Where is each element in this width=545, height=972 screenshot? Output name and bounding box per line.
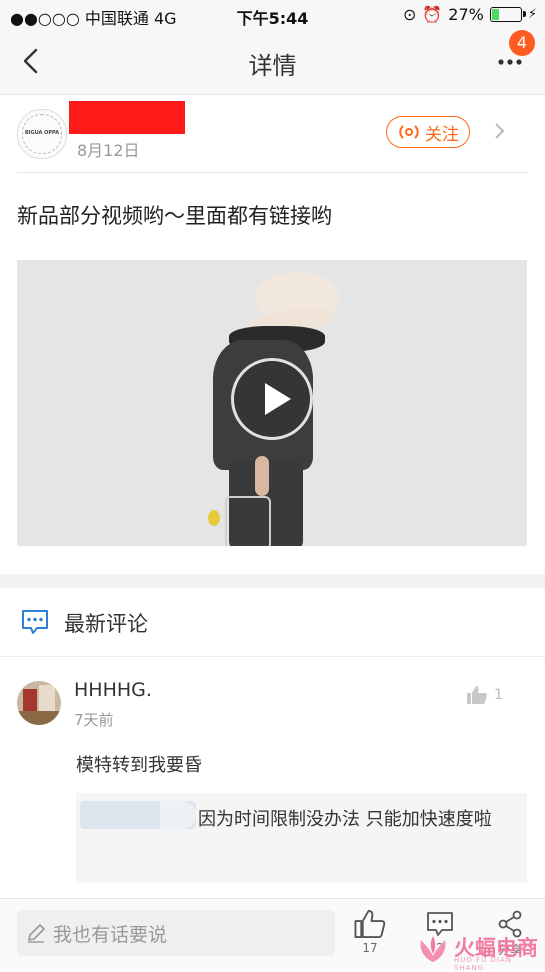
watermark: 火蝠电商 HUO FU DIAN SHANG [410, 932, 545, 972]
video-thumbnail-flower [208, 510, 220, 526]
battery-fill [491, 9, 499, 20]
like-count: 17 [362, 941, 378, 955]
alarm-icon: ⏰ [422, 5, 443, 24]
comment-text: 模特转到我要昏 [76, 755, 202, 776]
reply-text: 因为时间限制没办法 只能加快速度啦 [198, 809, 492, 830]
comments-header: 最新评论 [0, 588, 545, 657]
avatar-logo-text: BIGUA OPPA [24, 130, 60, 136]
thumbs-up-icon [354, 909, 386, 939]
status-bar: ●●○○○ 中国联通 4G 下午5:44 ⊙ ⏰ 27% ⚡ [0, 0, 545, 30]
author-row: BIGUA OPPA 8月12日 关注 [0, 95, 545, 173]
watermark-subtitle: HUO FU DIAN SHANG [454, 956, 512, 972]
charging-icon: ⚡ [527, 7, 537, 22]
reply-box: 因为时间限制没办法 只能加快速度啦 [76, 793, 527, 883]
author-name-redacted [69, 101, 185, 134]
author-avatar[interactable]: BIGUA OPPA [17, 109, 67, 159]
comments-header-label: 最新评论 [64, 612, 148, 636]
comment-input-placeholder: 我也有话要说 [53, 923, 168, 946]
divider [17, 172, 528, 173]
video-thumbnail-arm [255, 456, 269, 496]
broadcast-icon [399, 125, 419, 139]
commenter-name[interactable]: HHHHG. [74, 679, 152, 701]
notification-badge: 4 [509, 30, 535, 56]
comment-like-count: 1 [494, 687, 503, 703]
play-button-icon[interactable] [231, 358, 313, 440]
comment-input[interactable]: 我也有话要说 [17, 910, 335, 956]
section-gap [0, 574, 545, 588]
status-right: ⊙ ⏰ 27% ⚡ [403, 5, 537, 24]
comment-like-button[interactable]: 1 [466, 685, 503, 705]
avatar-shape [17, 711, 61, 725]
post-date: 8月12日 [77, 141, 140, 160]
like-action[interactable]: 17 [350, 909, 390, 955]
nav-bar: 详情 4 [0, 30, 545, 95]
commenter-avatar[interactable] [17, 681, 61, 725]
follow-button[interactable]: 关注 [386, 116, 470, 148]
thumbs-up-icon [467, 686, 487, 704]
follow-label: 关注 [425, 124, 459, 145]
video-player[interactable] [17, 260, 527, 546]
comment-bubble-icon [22, 610, 48, 634]
battery-percent: 27% [448, 5, 484, 24]
watermark-logo-icon [420, 936, 446, 962]
rotation-lock-icon: ⊙ [402, 5, 417, 24]
pencil-icon [28, 924, 45, 943]
page-title: 详情 [248, 52, 297, 80]
chevron-right-icon[interactable] [492, 121, 506, 141]
video-thumbnail-bag [225, 496, 271, 546]
post-text: 新品部分视频哟～里面都有链接哟 [17, 204, 332, 228]
comment-time: 7天前 [74, 711, 114, 729]
battery-icon [489, 7, 526, 22]
